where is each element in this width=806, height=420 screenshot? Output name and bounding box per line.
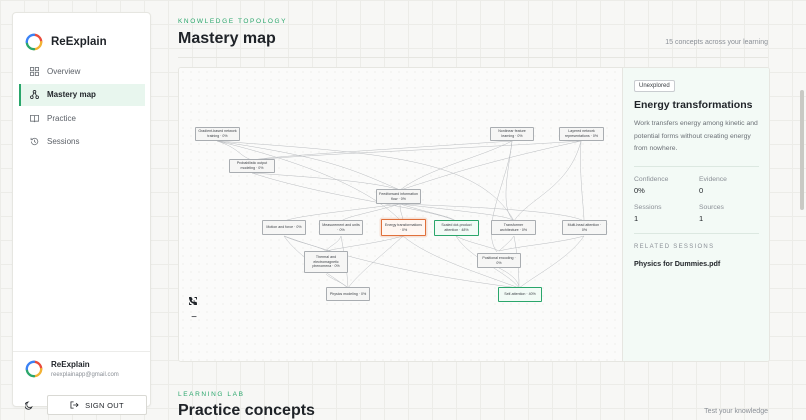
details-divider <box>634 166 759 167</box>
status-badge: Unexplored <box>634 80 675 92</box>
stat-label-sources: Sources <box>699 204 724 211</box>
graph-controls: + − <box>189 297 199 351</box>
stat-value-confidence: 0% <box>634 186 645 195</box>
section-summary: Test your knowledge <box>704 408 768 415</box>
node-layered-network-representations[interactable]: Layered network representations · 0% <box>559 127 604 141</box>
sign-out-label: SIGN OUT <box>85 400 124 410</box>
reexplain-logo-icon <box>25 33 43 51</box>
stat-value-evidence: 0 <box>699 186 704 195</box>
section-title: Practice concepts <box>178 402 315 419</box>
graph-edges <box>216 140 585 289</box>
lock-button[interactable] <box>189 297 199 352</box>
network-icon <box>30 90 39 99</box>
user-email: reexplainapp@gmail.com <box>51 372 119 378</box>
node-thermal-and-electromagnetic-phenomena[interactable]: Thermal and electromagnetic phenomena · … <box>304 251 348 273</box>
related-session-link[interactable]: Physics for Dummies.pdf <box>634 259 720 268</box>
sidebar-footer: SIGN OUT <box>19 395 147 415</box>
node-energy-transformations[interactable]: Energy transformations · 0% <box>381 219 426 236</box>
sidebar-item-label: Mastery map <box>47 90 96 99</box>
brand[interactable]: ReExplain <box>25 33 107 51</box>
mastery-map-panel: Gradient-based network training · 0% Non… <box>178 67 770 362</box>
sidebar-item-sessions[interactable]: Sessions <box>19 131 145 153</box>
user-name: ReExplain <box>51 360 90 369</box>
sign-out-icon <box>70 401 79 409</box>
brand-name: ReExplain <box>51 36 107 48</box>
node-physics-modeling[interactable]: Physics modeling · 0% <box>326 287 370 301</box>
section-eyebrow: LEARNING LAB <box>178 391 245 398</box>
node-nonlinear-feature-learning[interactable]: Nonlinear feature learning · 0% <box>490 127 534 141</box>
concept-title: Energy transformations <box>634 99 753 111</box>
grid-icon <box>30 66 39 76</box>
concept-details-panel: Unexplored Energy transformations Work t… <box>622 68 769 361</box>
node-multi-head-attention[interactable]: Multi-head attention · 0% <box>562 220 607 235</box>
sidebar-nav: Overview Mastery map Practice Sessions <box>19 60 145 154</box>
node-gradient-based-network-training[interactable]: Gradient-based network training · 0% <box>195 127 240 141</box>
fit-view-button[interactable] <box>189 297 199 338</box>
stat-value-sessions: 1 <box>634 214 639 223</box>
sidebar-item-label: Sessions <box>47 137 80 146</box>
stat-label-confidence: Confidence <box>634 176 669 183</box>
node-positional-encoding[interactable]: Positional encoding · 0% <box>477 253 521 268</box>
avatar <box>25 360 43 378</box>
stat-label-evidence: Evidence <box>699 176 727 183</box>
theme-toggle-button[interactable] <box>19 395 39 415</box>
sign-out-button[interactable]: SIGN OUT <box>47 395 147 415</box>
concept-count: 15 concepts across your learning <box>665 39 768 46</box>
sidebar-item-label: Overview <box>47 66 81 76</box>
concept-description: Work transfers energy among kinetic and … <box>634 120 758 152</box>
lock-icon <box>189 297 197 305</box>
section-eyebrow: KNOWLEDGE TOPOLOGY <box>178 18 288 25</box>
stat-label-sessions: Sessions <box>634 204 662 211</box>
node-probabilistic-output-modeling[interactable]: Probabilistic output modeling · 0% <box>229 159 275 173</box>
mastery-graph-canvas[interactable]: Gradient-based network training · 0% Non… <box>179 68 622 361</box>
history-icon <box>30 137 39 146</box>
node-motion-and-force[interactable]: Motion and force · 0% <box>262 220 306 235</box>
page-scrollbar[interactable] <box>800 90 804 210</box>
user-profile[interactable]: ReExplain reexplainapp@gmail.com <box>25 360 119 378</box>
book-icon <box>30 114 39 122</box>
page-title: Mastery map <box>178 30 276 47</box>
zoom-out-button[interactable]: − <box>189 311 199 325</box>
node-transformer-architecture[interactable]: Transformer architecture · 0% <box>491 220 536 235</box>
sidebar-item-overview[interactable]: Overview <box>19 60 145 82</box>
stat-value-sources: 1 <box>699 214 704 223</box>
sidebar: ReExplain Overview Mastery map Practice … <box>12 12 151 415</box>
sidebar-item-practice[interactable]: Practice <box>19 107 145 129</box>
header-divider <box>178 57 768 58</box>
sidebar-item-label: Practice <box>47 113 76 123</box>
sidebar-item-mastery-map[interactable]: Mastery map <box>19 83 145 106</box>
sidebar-divider <box>13 351 150 352</box>
node-scaled-dot-product-attention[interactable]: Scaled dot-product attention · 48% <box>434 220 479 236</box>
node-measurement-and-units[interactable]: Measurement and units · 0% <box>319 220 363 235</box>
related-sessions-heading: RELATED SESSIONS <box>634 244 715 250</box>
node-feedforward-information-flow[interactable]: Feedforward information flow · 0% <box>376 189 421 204</box>
moon-icon <box>24 401 33 410</box>
node-self-attention[interactable]: Self-attention · 40% <box>498 287 542 302</box>
details-divider <box>634 233 759 234</box>
